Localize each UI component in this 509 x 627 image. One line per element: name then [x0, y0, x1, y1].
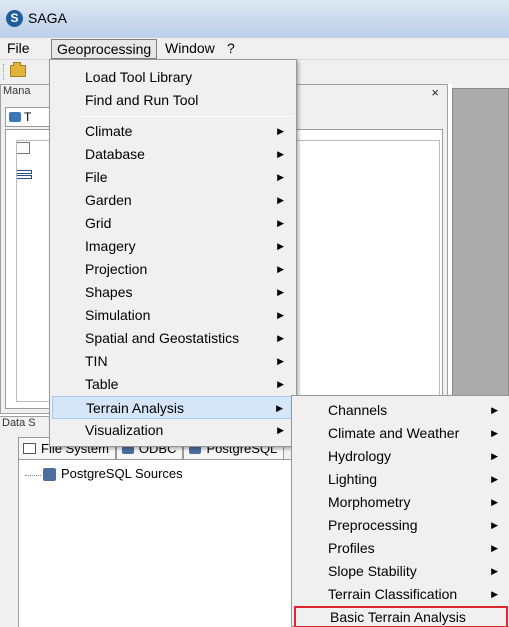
database-icon [43, 468, 56, 481]
chevron-right-icon: ▶ [491, 497, 498, 507]
submenu-item-basic-terrain-analysis[interactable]: Basic Terrain Analysis [294, 606, 508, 627]
menu-item-grid[interactable]: Grid ▶ [52, 212, 294, 235]
menu-item-label: Spatial and Geostatistics [85, 330, 240, 346]
chevron-right-icon: ▶ [491, 428, 498, 438]
menu-file[interactable]: File [2, 39, 35, 59]
menu-item-label: TIN [85, 353, 108, 369]
chevron-right-icon: ▶ [277, 379, 284, 389]
menu-item-label: Climate [85, 123, 133, 139]
menu-item-label: Preprocessing [328, 517, 418, 533]
chevron-right-icon: ▶ [491, 543, 498, 553]
close-icon[interactable]: × [431, 85, 439, 100]
tools-icon [9, 112, 21, 122]
chevron-right-icon: ▶ [491, 474, 498, 484]
toolbar-grip[interactable] [3, 64, 6, 80]
chevron-right-icon: ▶ [491, 589, 498, 599]
menu-item-database[interactable]: Database ▶ [52, 143, 294, 166]
submenu-item-climate-and-weather[interactable]: Climate and Weather ▶ [294, 422, 508, 445]
tree-item-postgresql-sources[interactable]: PostgreSQL Sources [25, 466, 183, 481]
menu-item-label: Shapes [85, 284, 133, 300]
terrain-analysis-submenu: Channels ▶ Climate and Weather ▶ Hydrology… [291, 395, 509, 627]
chevron-right-icon: ▶ [277, 287, 284, 297]
menu-item-label: Garden [85, 192, 132, 208]
menu-item-label: Terrain Classification [328, 586, 458, 602]
menu-geoprocessing[interactable]: Geoprocessing [51, 39, 158, 59]
menu-item-imagery[interactable]: Imagery ▶ [52, 235, 294, 258]
menu-item-terrain-analysis[interactable]: Terrain Analysis ▶ [52, 396, 294, 419]
tree-connector [25, 475, 41, 476]
chevron-right-icon: ▶ [277, 333, 284, 343]
chevron-right-icon: ▶ [277, 425, 284, 435]
menu-item-table[interactable]: Table ▶ [52, 373, 294, 396]
geoprocessing-menu: Load Tool Library Find and Run Tool Clim… [49, 59, 297, 447]
chevron-right-icon: ▶ [276, 403, 283, 413]
chevron-right-icon: ▶ [277, 241, 284, 251]
menu-item-visualization[interactable]: Visualization ▶ [52, 419, 294, 442]
menu-item-label: Climate and Weather [328, 425, 460, 441]
menu-help[interactable]: ? [222, 39, 240, 59]
manager-tab-label: T [24, 110, 32, 124]
menu-item-load-tool-library[interactable]: Load Tool Library [52, 66, 294, 89]
menu-window[interactable]: Window [160, 39, 220, 59]
manager-panel-label: Mana [3, 85, 31, 97]
menu-item-shapes[interactable]: Shapes ▶ [52, 281, 294, 304]
submenu-item-slope-stability[interactable]: Slope Stability ▶ [294, 560, 508, 583]
menu-item-label: Grid [85, 215, 112, 231]
menu-item-tin[interactable]: TIN ▶ [52, 350, 294, 373]
map-workspace [452, 84, 509, 414]
chevron-right-icon: ▶ [277, 195, 284, 205]
menu-item-label: Basic Terrain Analysis [330, 609, 466, 625]
chevron-right-icon: ▶ [277, 172, 284, 182]
menu-bar: File Geoprocessing Window ? [0, 38, 509, 60]
menu-item-label: File [85, 169, 108, 185]
menu-item-label: Lighting [328, 471, 378, 487]
submenu-item-channels[interactable]: Channels ▶ [294, 399, 508, 422]
chevron-right-icon: ▶ [491, 451, 498, 461]
chevron-right-icon: ▶ [277, 356, 284, 366]
manager-tab-tools[interactable]: T [5, 107, 51, 127]
menu-item-simulation[interactable]: Simulation ▶ [52, 304, 294, 327]
menu-item-label: Slope Stability [328, 563, 417, 579]
chevron-right-icon: ▶ [491, 566, 498, 576]
menu-item-label: Morphometry [328, 494, 411, 510]
window-title: SAGA [28, 10, 67, 26]
menu-item-label: Profiles [328, 540, 375, 556]
chevron-right-icon: ▶ [277, 149, 284, 159]
data-panel-label: Data S [2, 417, 36, 429]
tree-item-label: PostgreSQL Sources [61, 466, 183, 481]
menu-item-label: Projection [85, 261, 148, 277]
submenu-item-hydrology[interactable]: Hydrology ▶ [294, 445, 508, 468]
chevron-right-icon: ▶ [277, 310, 284, 320]
folder-open-icon[interactable] [10, 62, 26, 77]
chevron-right-icon: ▶ [491, 405, 498, 415]
menu-item-file[interactable]: File ▶ [52, 166, 294, 189]
title-bar: S SAGA [0, 0, 509, 38]
menu-item-label: Hydrology [328, 448, 392, 464]
menu-item-find-and-run-tool[interactable]: Find and Run Tool [52, 89, 294, 112]
menu-item-garden[interactable]: Garden ▶ [52, 189, 294, 212]
menu-item-label: Channels [328, 402, 388, 418]
chevron-right-icon: ▶ [277, 218, 284, 228]
submenu-item-morphometry[interactable]: Morphometry ▶ [294, 491, 508, 514]
menu-item-spatial-and-geostatistics[interactable]: Spatial and Geostatistics ▶ [52, 327, 294, 350]
saga-logo-icon: S [6, 10, 23, 27]
chevron-right-icon: ▶ [277, 126, 284, 136]
menu-item-projection[interactable]: Projection ▶ [52, 258, 294, 281]
submenu-item-terrain-classification[interactable]: Terrain Classification ▶ [294, 583, 508, 606]
menu-item-label: Database [85, 146, 145, 162]
menu-item-label: Terrain Analysis [86, 400, 185, 416]
submenu-item-profiles[interactable]: Profiles ▶ [294, 537, 508, 560]
workspace-canvas [452, 88, 509, 410]
menu-item-label: Simulation [85, 307, 151, 323]
menu-separator [80, 116, 294, 117]
menu-item-label: Table [85, 376, 119, 392]
submenu-item-lighting[interactable]: Lighting ▶ [294, 468, 508, 491]
submenu-item-preprocessing[interactable]: Preprocessing ▶ [294, 514, 508, 537]
menu-item-label: Imagery [85, 238, 136, 254]
menu-item-climate[interactable]: Climate ▶ [52, 120, 294, 143]
chevron-right-icon: ▶ [277, 264, 284, 274]
menu-item-label: Visualization [85, 422, 164, 438]
chevron-right-icon: ▶ [491, 520, 498, 530]
file-system-icon [23, 443, 36, 454]
